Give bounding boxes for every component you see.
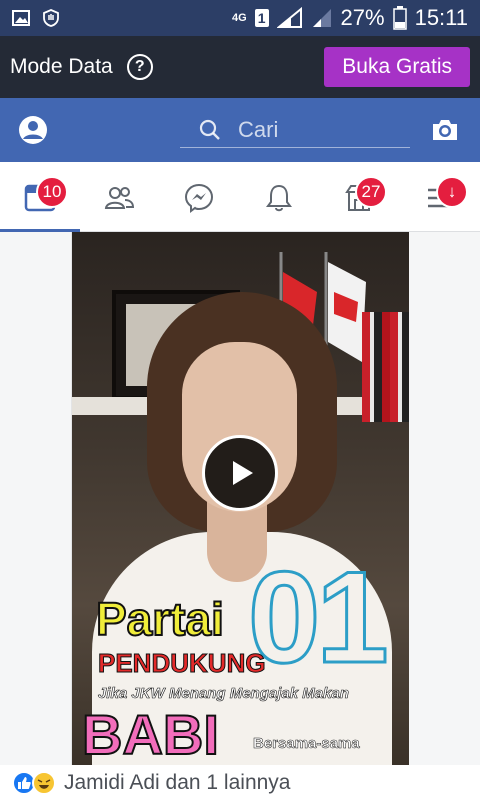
bell-icon[interactable] xyxy=(263,182,295,214)
overlay-bersama: Bersama-sama xyxy=(253,735,360,753)
overlay-caption: Jika JKW Menang Mengajak Makan xyxy=(98,685,350,703)
play-icon xyxy=(232,461,253,485)
overlay-babi: BABI xyxy=(81,702,220,765)
video-player[interactable]: 01 Partai PENDUKUNG Jika JKW Menang Meng… xyxy=(72,232,409,765)
app-header: Cari xyxy=(0,98,480,162)
data-mode-bar: Mode Data ? Buka Gratis xyxy=(0,36,480,98)
reactions-bar[interactable]: Jamidi Adi dan 1 lainnya xyxy=(0,765,480,800)
feed-gutter-right xyxy=(409,232,480,765)
feed-gutter-left xyxy=(0,232,72,765)
overlay-pendukung: PENDUKUNG xyxy=(98,648,267,679)
haha-reaction-icon xyxy=(32,770,56,795)
camera-icon[interactable] xyxy=(430,115,460,145)
signal-weak-icon xyxy=(312,9,331,27)
shield-hand-icon xyxy=(43,9,59,27)
messenger-icon[interactable] xyxy=(183,182,215,214)
nav-tabs: 10 27 ↓ xyxy=(0,162,480,232)
marketplace-badge: 27 xyxy=(355,176,387,208)
network-type: 4G xyxy=(232,11,247,24)
thumbs-up-icon xyxy=(18,776,31,789)
overlay-number: 01 xyxy=(247,544,391,690)
friends-icon[interactable] xyxy=(103,182,135,214)
sim-indicator: 1 xyxy=(254,9,269,27)
search-bar[interactable]: Cari xyxy=(180,112,410,148)
battery-icon xyxy=(392,6,407,30)
status-bar: 4G 1 27% 15:11 xyxy=(0,0,480,36)
clock: 15:11 xyxy=(414,5,468,30)
overlay-partai: Partai xyxy=(95,592,225,646)
bookshelf xyxy=(362,312,409,422)
help-icon[interactable]: ? xyxy=(126,54,153,80)
menu-update-badge: ↓ xyxy=(436,176,468,208)
signal-icon xyxy=(276,7,302,28)
mode-title: Mode Data xyxy=(10,55,113,78)
laugh-face-icon xyxy=(37,778,51,789)
battery-percent: 27% xyxy=(340,5,385,30)
profile-icon[interactable] xyxy=(18,115,48,145)
news-feed-badge: 10 xyxy=(36,176,68,208)
search-input[interactable]: Cari xyxy=(238,117,278,143)
reactions-summary[interactable]: Jamidi Adi dan 1 lainnya xyxy=(64,771,290,795)
buka-gratis-button[interactable]: Buka Gratis xyxy=(324,47,470,87)
feed: 01 Partai PENDUKUNG Jika JKW Menang Meng… xyxy=(0,232,480,765)
gallery-icon xyxy=(12,10,30,26)
play-button[interactable] xyxy=(202,435,278,511)
search-icon xyxy=(199,119,220,140)
